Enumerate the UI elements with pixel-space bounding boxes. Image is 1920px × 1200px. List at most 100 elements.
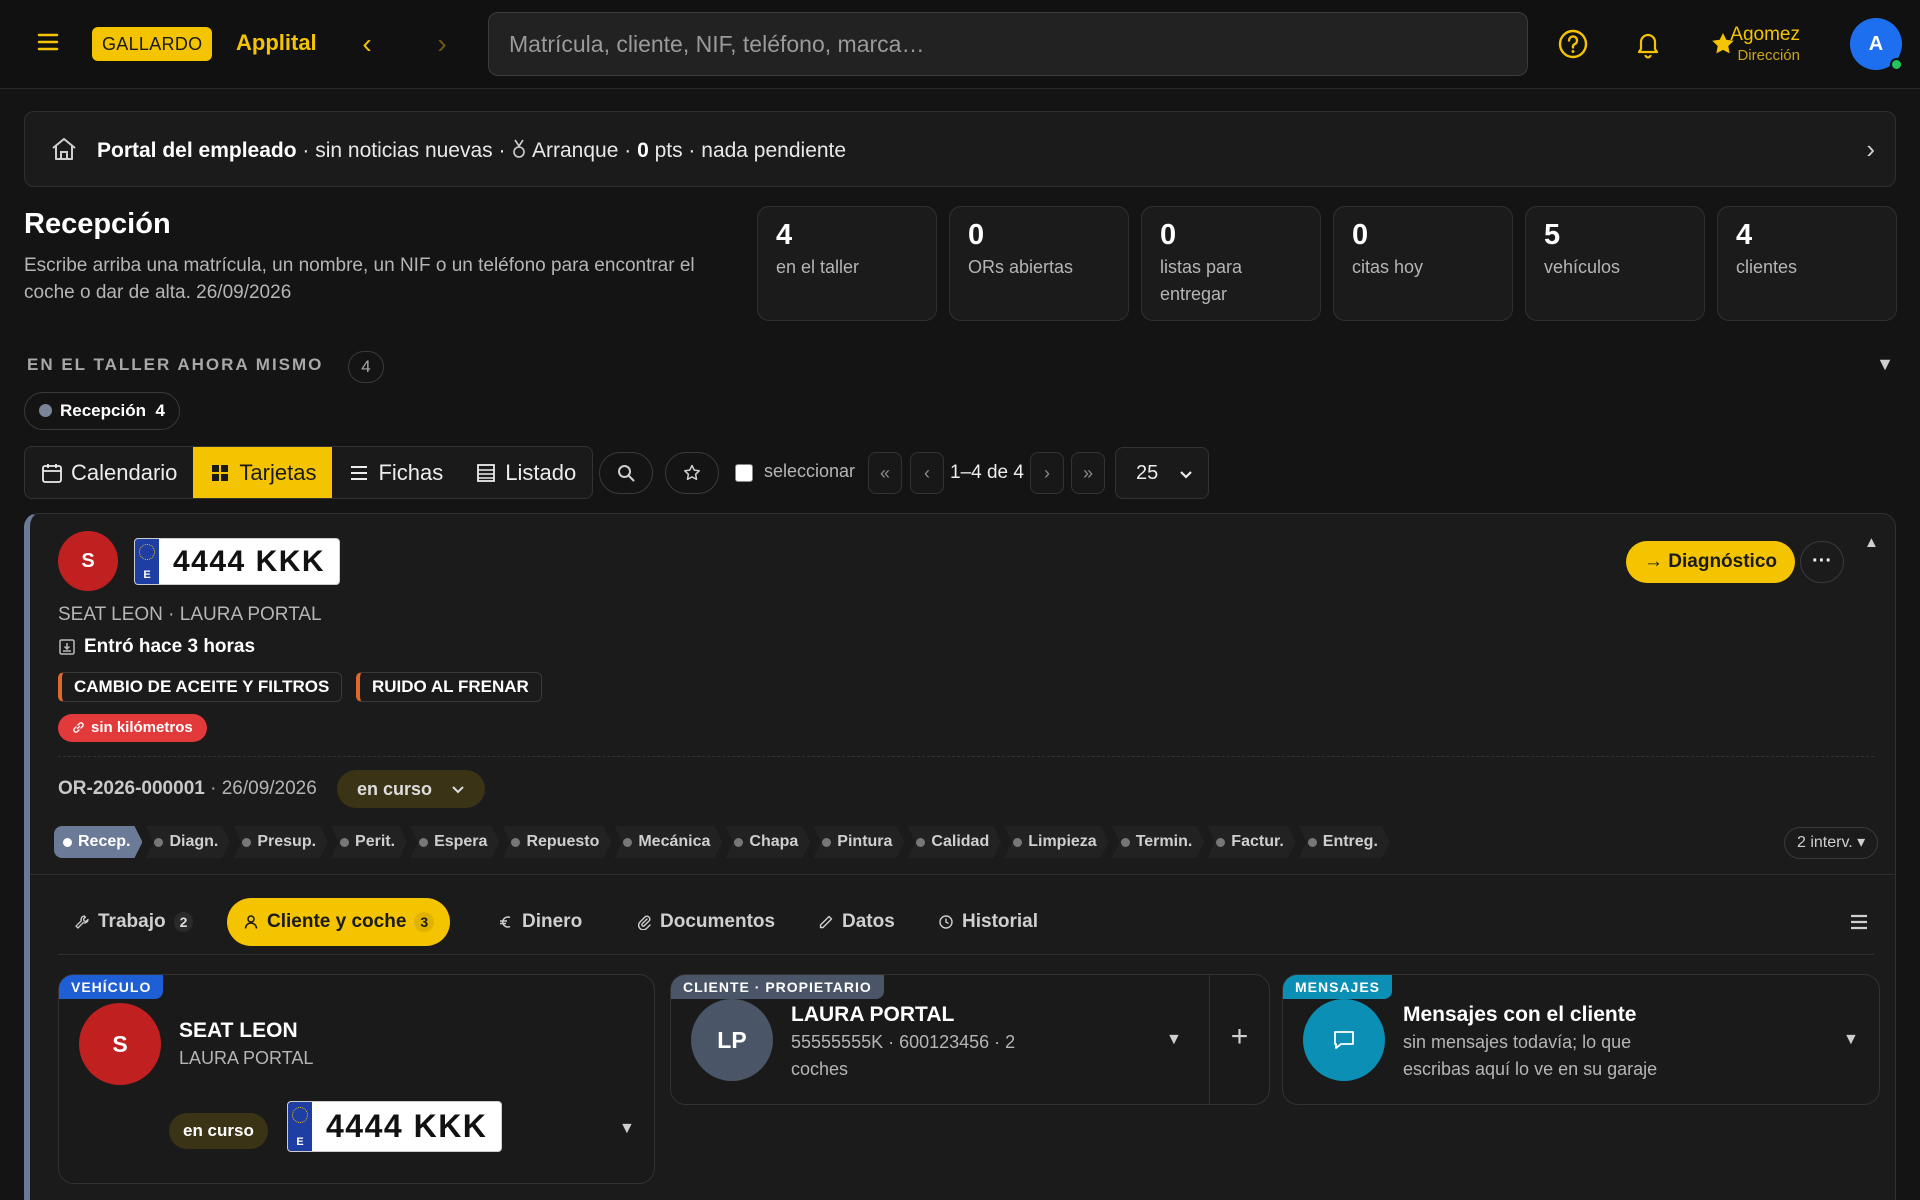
more-options-button[interactable]: ··· bbox=[1800, 541, 1844, 583]
status-value: en curso bbox=[357, 779, 433, 799]
tab-documents[interactable]: Documentos bbox=[620, 898, 791, 946]
missing-km-badge[interactable]: sin kilómetros bbox=[58, 714, 207, 742]
clock-icon bbox=[939, 915, 953, 929]
stage-dot bbox=[340, 838, 349, 847]
stage-label: Diagn. bbox=[169, 833, 219, 850]
expand-caret[interactable]: ▼ bbox=[1843, 1031, 1859, 1049]
view-list[interactable]: Listado bbox=[459, 447, 592, 498]
last-page-button[interactable]: » bbox=[1071, 452, 1105, 494]
vehicle-owner: LAURA PORTAL bbox=[179, 1048, 314, 1068]
stat-value: 5 bbox=[1544, 219, 1561, 251]
client-name: LAURA PORTAL bbox=[791, 1003, 955, 1026]
forward-button[interactable]: › bbox=[427, 28, 457, 60]
stage-step[interactable]: Limpieza bbox=[1004, 826, 1108, 858]
license-plate[interactable]: E 4444 KKK bbox=[134, 538, 341, 585]
per-page-value: 25 bbox=[1136, 462, 1159, 484]
user-name[interactable]: Agomez bbox=[1730, 24, 1800, 46]
stage-label: Limpieza bbox=[1028, 833, 1097, 850]
license-plate[interactable]: E 4444 KKK bbox=[287, 1101, 503, 1152]
select-checkbox[interactable] bbox=[735, 464, 753, 482]
stat-vehicles[interactable]: 5 vehículos bbox=[1525, 206, 1705, 321]
user-role: Dirección bbox=[1737, 47, 1800, 64]
task-chip[interactable]: RUIDO AL FRENAR bbox=[356, 672, 542, 702]
menu-icon[interactable] bbox=[36, 30, 60, 54]
interventions-dropdown[interactable]: 2 interv. ▾ bbox=[1784, 827, 1879, 859]
tab-label: Cliente y coche bbox=[267, 911, 407, 932]
next-page-button[interactable]: › bbox=[1030, 452, 1064, 494]
portal-points-suffix: pts · nada pendiente bbox=[648, 139, 847, 162]
chevron-right-icon[interactable]: › bbox=[1866, 134, 1875, 165]
bell-icon[interactable] bbox=[1632, 28, 1664, 60]
stage-step[interactable]: Entreg. bbox=[1299, 826, 1390, 858]
tab-money[interactable]: Dinero bbox=[482, 898, 598, 946]
stage-step[interactable]: Diagn. bbox=[145, 826, 230, 858]
chevron-down-icon bbox=[452, 786, 464, 794]
tab-label: Trabajo bbox=[98, 911, 166, 932]
brand-badge[interactable]: GALLARDO bbox=[92, 27, 213, 61]
stage-step[interactable]: Recep. bbox=[54, 826, 142, 858]
expand-caret[interactable]: ▼ bbox=[1166, 1031, 1182, 1049]
view-calendar[interactable]: Calendario bbox=[25, 447, 193, 498]
task-chip[interactable]: CAMBIO DE ACEITE Y FILTROS bbox=[58, 672, 343, 702]
table-icon bbox=[477, 463, 496, 482]
stage-step[interactable]: Factur. bbox=[1207, 826, 1295, 858]
stage-label: Repuesto bbox=[526, 833, 600, 850]
stage-step[interactable]: Repuesto bbox=[502, 826, 611, 858]
stat-clients[interactable]: 4 clientes bbox=[1717, 206, 1897, 321]
chat-avatar bbox=[1303, 999, 1385, 1081]
stage-step[interactable]: Termin. bbox=[1112, 826, 1205, 858]
stage-pipeline: Recep. Diagn. Presup. Perit. Espera Repu… bbox=[54, 826, 1393, 858]
card-collapse-button[interactable]: ▲ bbox=[1864, 534, 1879, 551]
stat-in-workshop[interactable]: 4 en el taller bbox=[757, 206, 937, 321]
hamburger-menu-icon[interactable] bbox=[1848, 911, 1870, 933]
messages-panel[interactable]: MENSAJES Mensajes con el cliente sin men… bbox=[1282, 974, 1880, 1105]
help-icon[interactable] bbox=[1557, 28, 1589, 60]
stage-dot bbox=[1121, 838, 1130, 847]
stage-label: Entreg. bbox=[1322, 833, 1378, 850]
expand-caret[interactable]: ▼ bbox=[619, 1120, 635, 1138]
add-client-button[interactable]: + bbox=[1209, 975, 1269, 1104]
search-input[interactable] bbox=[488, 12, 1528, 76]
employee-portal-banner[interactable]: Portal del empleado · sin noticias nueva… bbox=[24, 111, 1896, 187]
tab-history[interactable]: Historial bbox=[922, 898, 1054, 946]
plate-country: E bbox=[143, 569, 151, 581]
view-records[interactable]: Fichas bbox=[332, 447, 459, 498]
status-dropdown[interactable]: en curso bbox=[337, 770, 486, 808]
back-button[interactable]: ‹ bbox=[352, 28, 382, 60]
section-collapse-toggle[interactable]: ▼ bbox=[1876, 354, 1894, 375]
tab-client-and-car[interactable]: Cliente y coche 3 bbox=[227, 898, 451, 946]
stat-appointments-today[interactable]: 0 citas hoy bbox=[1333, 206, 1513, 321]
brand-name[interactable]: Applital bbox=[236, 30, 317, 56]
stage-dot bbox=[822, 838, 831, 847]
stage-dot bbox=[734, 838, 743, 847]
stat-value: 4 bbox=[776, 219, 793, 251]
stage-step[interactable]: Mecánica bbox=[614, 826, 722, 858]
stage-step[interactable]: Calidad bbox=[907, 826, 1001, 858]
tab-data[interactable]: Datos bbox=[802, 898, 911, 946]
client-panel[interactable]: CLIENTE · PROPIETARIO LP LAURA PORTAL 55… bbox=[670, 974, 1270, 1105]
next-stage-button[interactable]: → Diagnóstico bbox=[1626, 541, 1796, 583]
prev-page-button[interactable]: ‹ bbox=[910, 452, 944, 494]
stage-label: Recep. bbox=[78, 833, 131, 850]
stage-step[interactable]: Presup. bbox=[233, 826, 328, 858]
search-button[interactable] bbox=[599, 452, 653, 494]
stat-ready-to-deliver[interactable]: 0 listas para entregar bbox=[1141, 206, 1321, 321]
view-cards[interactable]: Tarjetas bbox=[193, 447, 333, 498]
stage-dot bbox=[1013, 838, 1022, 847]
stage-filter-chip[interactable]: Recepción 4 bbox=[24, 392, 180, 430]
stage-label: Pintura bbox=[837, 833, 893, 850]
per-page-select[interactable]: 25 bbox=[1115, 447, 1209, 499]
work-order-id: OR-2026-000001 · 26/09/2026 bbox=[58, 778, 317, 800]
favorites-button[interactable] bbox=[665, 452, 719, 494]
first-page-button[interactable]: « bbox=[868, 452, 902, 494]
section-count-badge: 4 bbox=[348, 351, 384, 383]
tab-work[interactable]: Trabajo 2 bbox=[58, 898, 209, 946]
stage-step[interactable]: Perit. bbox=[331, 826, 407, 858]
stat-open-orders[interactable]: 0 ORs abiertas bbox=[949, 206, 1129, 321]
vehicle-panel[interactable]: VEHÍCULO S SEAT LEON LAURA PORTAL en cur… bbox=[58, 974, 655, 1184]
stage-step[interactable]: Chapa bbox=[725, 826, 810, 858]
messages-subtitle: sin mensajes todavía; lo que escribas aq… bbox=[1403, 1032, 1658, 1079]
stage-step[interactable]: Espera bbox=[410, 826, 499, 858]
divider bbox=[58, 954, 1874, 955]
stage-step[interactable]: Pintura bbox=[813, 826, 904, 858]
